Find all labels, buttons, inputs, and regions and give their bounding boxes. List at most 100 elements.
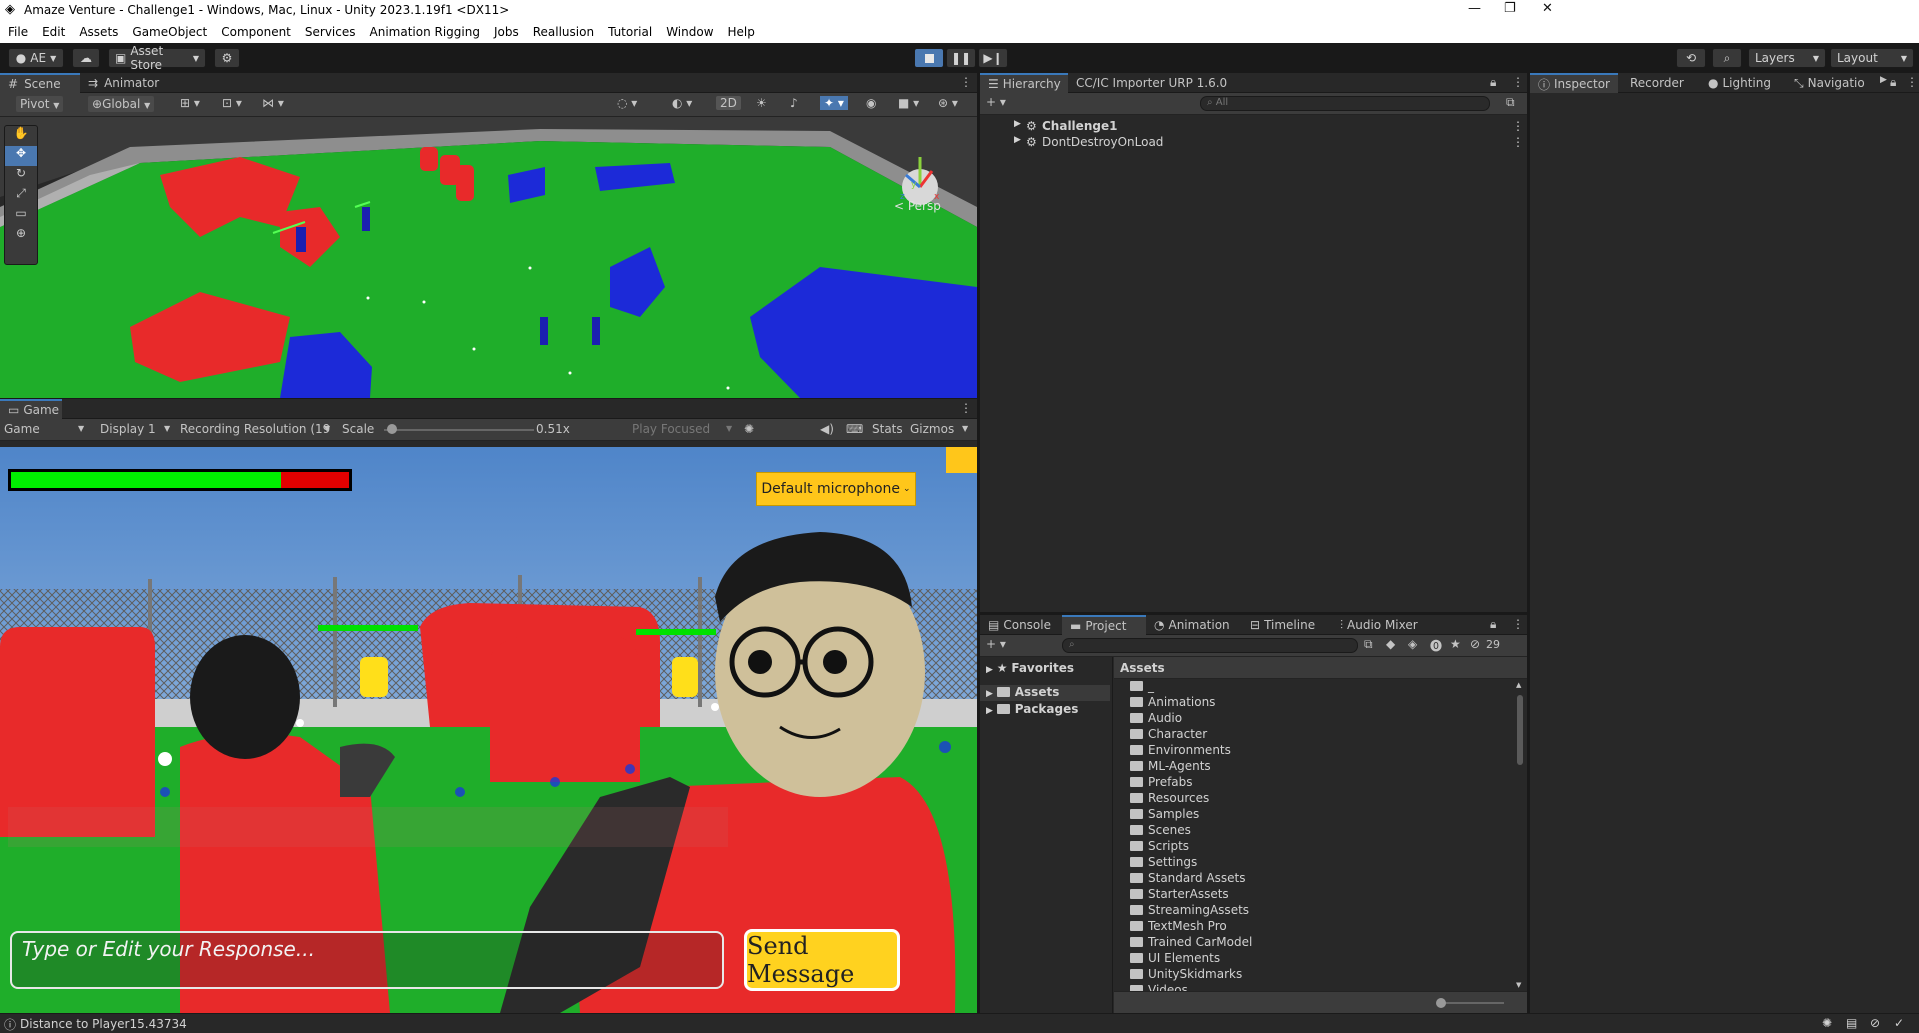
favorites-row[interactable]: ▶ ★ Favorites [986,661,1074,675]
audio-icon[interactable]: ♪ [790,96,798,110]
tab-inspector[interactable]: ⓘ Inspector [1530,73,1618,93]
folder-item[interactable]: Samples [1116,807,1496,823]
folder-item[interactable]: Audio [1116,711,1496,727]
version-control-button[interactable]: ⚙ [214,48,240,68]
menu-services[interactable]: Services [305,25,356,39]
folder-item[interactable]: ML-Agents [1116,759,1496,775]
send-message-button[interactable]: Send Message [744,929,900,991]
scrollbar[interactable]: ▲ ▼ [1516,681,1524,991]
snap-icon[interactable]: ⊞ ▾ [180,96,200,110]
hierarchy-row[interactable]: ▶ ⚙ DontDestroyOnLoad ⋮ [980,135,1527,151]
row-menu-icon[interactable]: ⋮ [1512,119,1524,133]
tab-console[interactable]: ▤ Console [980,615,1062,635]
hidden-objects-icon[interactable]: ◉ [866,96,876,110]
menu-file[interactable]: File [8,25,28,39]
folder-item[interactable]: Character [1116,727,1496,743]
panel-menu-icon[interactable]: ⋮ [1906,75,1918,89]
star-icon[interactable]: ★ [1450,637,1461,651]
expand-arrow-icon[interactable]: ▶ [1014,119,1021,129]
response-input[interactable]: Type or Edit your Response... [10,931,724,989]
draw-mode-icon[interactable]: ◌ ▾ [617,96,637,110]
auto-generate-lighting-icon[interactable]: ⊘ [1870,1016,1880,1030]
row-menu-icon[interactable]: ⋮ [1512,135,1524,149]
scroll-down-icon[interactable]: ▼ [1516,981,1521,989]
gizmos-dropdown[interactable]: Gizmos ▼ [910,422,972,436]
asset-store-button[interactable]: ▣ Asset Store ▼ [108,44,206,72]
tab-scene[interactable]: # Scene [0,73,80,93]
tab-navigation[interactable]: ⤡ Navigatio [1786,73,1882,93]
folder-item[interactable]: StarterAssets [1116,887,1496,903]
warning-icon[interactable]: ⓿ [1430,637,1442,654]
folder-item[interactable]: Scripts [1116,839,1496,855]
folder-item[interactable]: Standard Assets [1116,871,1496,887]
tab-timeline[interactable]: ⊟ Timeline [1242,615,1332,635]
assets-tree-row[interactable]: ▶ Assets [980,685,1110,701]
add-icon[interactable]: + ▾ [986,637,1006,651]
pause-button[interactable]: ❚❚ [946,48,976,68]
corner-button[interactable] [946,447,977,473]
menu-jobs[interactable]: Jobs [494,25,519,39]
tab-audio-mixer[interactable]: ⫶ Audio Mixer [1332,615,1432,635]
pivot-dropdown[interactable]: Pivot ▼ [16,96,64,112]
cache-icon[interactable]: ▤ [1846,1016,1857,1030]
panel-menu-icon[interactable]: ⋮ [1512,75,1524,89]
grid-snap-icon[interactable]: ⊡ ▾ [222,96,242,110]
tab-hierarchy[interactable]: ☰ Hierarchy [980,73,1068,93]
keyboard-icon[interactable]: ⌨ [846,422,863,436]
folder-item[interactable]: Prefabs [1116,775,1496,791]
rotate-tool-icon[interactable]: ↻ [5,166,37,186]
menu-window[interactable]: Window [666,25,713,39]
folder-item[interactable]: Settings [1116,855,1496,871]
resolution-dropdown[interactable]: Recording Resolution (19 ▼ [180,422,334,436]
step-button[interactable]: ▶❙ [978,48,1008,68]
lock-icon[interactable]: 🔒︎ [1890,75,1896,90]
rect-tool-icon[interactable]: ▭ [5,206,37,226]
menu-edit[interactable]: Edit [42,25,65,39]
microphone-dropdown[interactable]: Default microphone ⌄ [756,472,916,506]
scrollbar-thumb[interactable] [1517,695,1523,765]
search-button[interactable]: ⌕ [1712,48,1742,68]
scale-tool-icon[interactable]: ⤢ [5,186,37,206]
account-button[interactable]: ● AE ▼ [8,48,64,68]
scene-visibility-icon[interactable]: ⧉ [1506,95,1515,110]
menu-assets[interactable]: Assets [79,25,118,39]
tab-project[interactable]: ▬ Project [1062,615,1146,635]
scale-slider-track[interactable] [384,429,534,431]
display-dropdown[interactable]: Display 1 ▼ [100,422,172,436]
menu-animation-rigging[interactable]: Animation Rigging [370,25,480,39]
progress-icon[interactable]: ✓ [1894,1016,1904,1030]
hierarchy-search[interactable]: ⌕ All [1200,96,1490,111]
search-by-label-icon[interactable]: ◆ [1386,637,1395,651]
tab-recorder[interactable]: Recorder [1622,73,1698,93]
debug-icon[interactable]: ✺ [1822,1016,1832,1030]
folder-item[interactable]: Trained CarModel [1116,935,1496,951]
chevron-right-icon[interactable]: ▶ [1880,75,1887,85]
folder-item[interactable]: UI Elements [1116,951,1496,967]
project-breadcrumb[interactable]: Assets [1114,657,1527,679]
folder-item[interactable]: UnitySkidmarks [1116,967,1496,983]
transform-tool-icon[interactable]: ⊕ [5,226,37,246]
increment-snap-icon[interactable]: ⋈ ▾ [262,96,284,110]
folder-item[interactable]: Animations [1116,695,1496,711]
move-tool-icon[interactable]: ✥ [5,146,37,166]
splitter[interactable] [1112,657,1113,1013]
search-by-type-icon[interactable]: ⧉ [1364,637,1373,652]
folder-item[interactable]: Environments [1116,743,1496,759]
folder-item[interactable]: TextMesh Pro [1116,919,1496,935]
tab-lighting[interactable]: ● Lighting [1700,73,1784,93]
menu-help[interactable]: Help [728,25,755,39]
folder-item[interactable]: _ [1116,679,1496,695]
minimize-icon[interactable]: — [1468,1,1481,16]
folder-item[interactable]: StreamingAssets [1116,903,1496,919]
gizmos-icon[interactable]: ⊛ ▾ [938,96,958,110]
layers-dropdown[interactable]: Layers ▼ [1748,48,1826,68]
restore-icon[interactable]: ❐ [1504,1,1516,16]
cloud-button[interactable]: ☁ [72,48,100,68]
shading-icon[interactable]: ◐ ▾ [672,96,692,110]
tab-cc-importer[interactable]: CC/IC Importer URP 1.6.0 [1068,73,1238,93]
play-button[interactable] [914,48,944,68]
panel-menu-icon[interactable]: ⋮ [960,75,972,89]
panel-menu-icon[interactable]: ⋮ [1512,617,1524,631]
mute-audio-icon[interactable]: ◀) [820,422,834,436]
bug-icon[interactable]: ✺ [744,422,754,436]
